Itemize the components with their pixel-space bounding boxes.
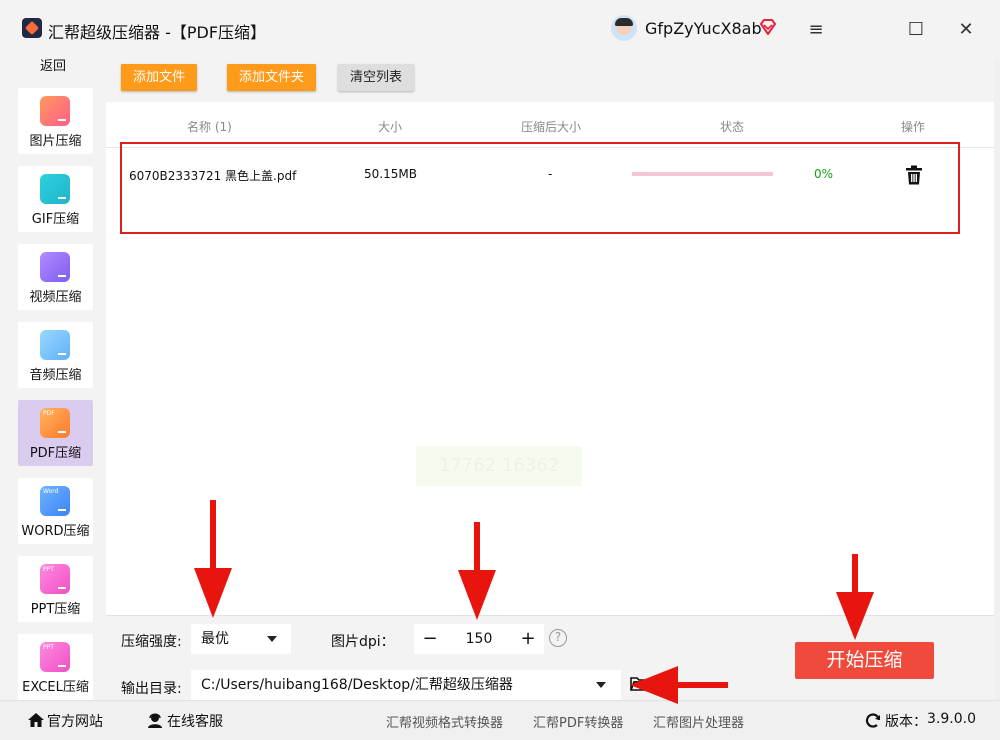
username[interactable]: GfpZyYucX8ab (645, 19, 762, 38)
dpi-increment-button[interactable]: + (514, 624, 542, 654)
version-number: 3.9.0.0 (927, 711, 976, 727)
sidebar-item-video-compress[interactable]: 视频压缩 (18, 244, 93, 310)
app-logo-icon (22, 18, 42, 38)
strength-value: 最优 (201, 631, 229, 647)
sidebar: 返回 图片压缩 GIF压缩 视频压缩 音频压缩 PDF PDF压缩 Word W… (0, 58, 106, 700)
dpi-label: 图片dpi： (331, 634, 395, 650)
vip-diamond-icon[interactable] (759, 19, 777, 35)
sidebar-item-label: 音频压缩 (29, 368, 82, 383)
watermark: 17762 16362 (416, 446, 582, 486)
sidebar-item-audio-compress[interactable]: 音频压缩 (18, 322, 93, 388)
output-path-select[interactable]: C:/Users/huibang168/Desktop/汇帮超级压缩器 (191, 670, 621, 700)
chevron-down-icon (596, 682, 606, 688)
output-label: 输出目录: (121, 681, 182, 697)
dpi-decrement-button[interactable]: − (416, 624, 444, 654)
sidebar-item-label: 图片压缩 (29, 134, 82, 149)
video-converter-link[interactable]: 汇帮视频格式转换器 (386, 712, 503, 731)
annotation-arrow-down (836, 554, 874, 640)
start-compress-button[interactable]: 开始压缩 (795, 642, 934, 679)
sidebar-item-label: GIF压缩 (31, 212, 80, 227)
pdf-tag: PDF (43, 410, 55, 417)
column-header-action: 操作 (901, 120, 926, 134)
excel-tag: PPT (43, 644, 54, 651)
chevron-down-icon (267, 636, 277, 642)
online-support-link[interactable]: 在线客服 (167, 711, 223, 731)
output-path-value: C:/Users/huibang168/Desktop/汇帮超级压缩器 (201, 677, 513, 693)
app-title: 汇帮超级压缩器 -【PDF压缩】 (48, 23, 267, 42)
strength-select[interactable]: 最优 (191, 624, 291, 654)
avatar-hair (615, 18, 633, 26)
delete-icon[interactable] (905, 165, 923, 185)
sidebar-item-label: 视频压缩 (29, 290, 82, 305)
ppt-tag: PPT (43, 566, 54, 573)
column-header-status: 状态 (720, 120, 745, 134)
file-size: 50.15MB (364, 167, 417, 181)
app-window: 汇帮超级压缩器 -【PDF压缩】 GfpZyYucX8ab ≡ ☐ ✕ 返回 图… (0, 0, 1000, 740)
sidebar-item-image-compress[interactable]: 图片压缩 (18, 88, 93, 154)
sidebar-item-label: EXCEL压缩 (22, 680, 89, 695)
help-icon[interactable]: ? (549, 629, 567, 647)
dpi-stepper: − 150 + (414, 624, 544, 654)
column-header-size: 大小 (378, 120, 403, 134)
dpi-value[interactable]: 150 (454, 624, 504, 654)
sidebar-item-word-compress[interactable]: Word WORD压缩 (18, 478, 93, 544)
title-bar: 汇帮超级压缩器 -【PDF压缩】 GfpZyYucX8ab ≡ ☐ ✕ (0, 0, 1000, 58)
word-icon: Word (40, 486, 70, 516)
close-icon[interactable]: ✕ (949, 12, 983, 46)
sidebar-item-label: PPT压缩 (30, 602, 81, 617)
annotation-arrow-left (630, 666, 728, 704)
progress-percent: 0% (814, 167, 834, 181)
strength-label: 压缩强度: (121, 634, 182, 650)
support-agent-icon (148, 713, 162, 728)
image-icon (40, 96, 70, 126)
home-icon (28, 713, 44, 727)
sidebar-item-pdf-compress[interactable]: PDF PDF压缩 (18, 400, 93, 466)
user-avatar[interactable] (611, 15, 637, 41)
maximize-icon[interactable]: ☐ (899, 12, 933, 46)
compressed-size: - (548, 167, 553, 181)
column-header-compressed-size: 压缩后大小 (521, 120, 582, 134)
pdf-converter-link[interactable]: 汇帮PDF转换器 (533, 712, 623, 731)
pdf-icon: PDF (40, 408, 70, 438)
image-processor-link[interactable]: 汇帮图片处理器 (653, 712, 744, 731)
sidebar-item-gif-compress[interactable]: GIF压缩 (18, 166, 93, 232)
clear-list-button[interactable]: 清空列表 (338, 64, 415, 91)
add-folder-button[interactable]: 添加文件夹 (227, 64, 317, 91)
back-button[interactable]: 返回 (0, 58, 106, 76)
menu-icon[interactable]: ≡ (799, 12, 833, 46)
official-website-link[interactable]: 官方网站 (47, 711, 103, 731)
file-name: 6070B2333721 黑色上盖.pdf (129, 169, 297, 183)
sidebar-item-excel-compress[interactable]: PPT EXCEL压缩 (18, 634, 93, 700)
highlighted-file-row (120, 142, 960, 234)
ppt-icon: PPT (40, 564, 70, 594)
annotation-arrow-down (458, 522, 496, 620)
audio-icon (40, 330, 70, 360)
footer-bar: 官方网站 在线客服 汇帮视频格式转换器 汇帮PDF转换器 汇帮图片处理器 版本：… (0, 700, 1000, 740)
video-icon (40, 252, 70, 282)
gif-icon (40, 174, 70, 204)
excel-icon: PPT (40, 642, 70, 672)
compress-progress-bar (632, 172, 773, 176)
add-file-button[interactable]: 添加文件 (121, 64, 198, 91)
column-header-name: 名称 (1) (187, 120, 232, 134)
sidebar-item-label: PDF压缩 (29, 446, 82, 461)
sidebar-item-label: WORD压缩 (21, 524, 90, 539)
sidebar-item-ppt-compress[interactable]: PPT PPT压缩 (18, 556, 93, 622)
refresh-icon[interactable] (864, 712, 882, 730)
toolbar: 添加文件 添加文件夹 清空列表 (106, 58, 994, 102)
word-tag: Word (43, 488, 59, 495)
annotation-arrow-down (194, 500, 232, 618)
version-label: 版本： (885, 714, 927, 730)
